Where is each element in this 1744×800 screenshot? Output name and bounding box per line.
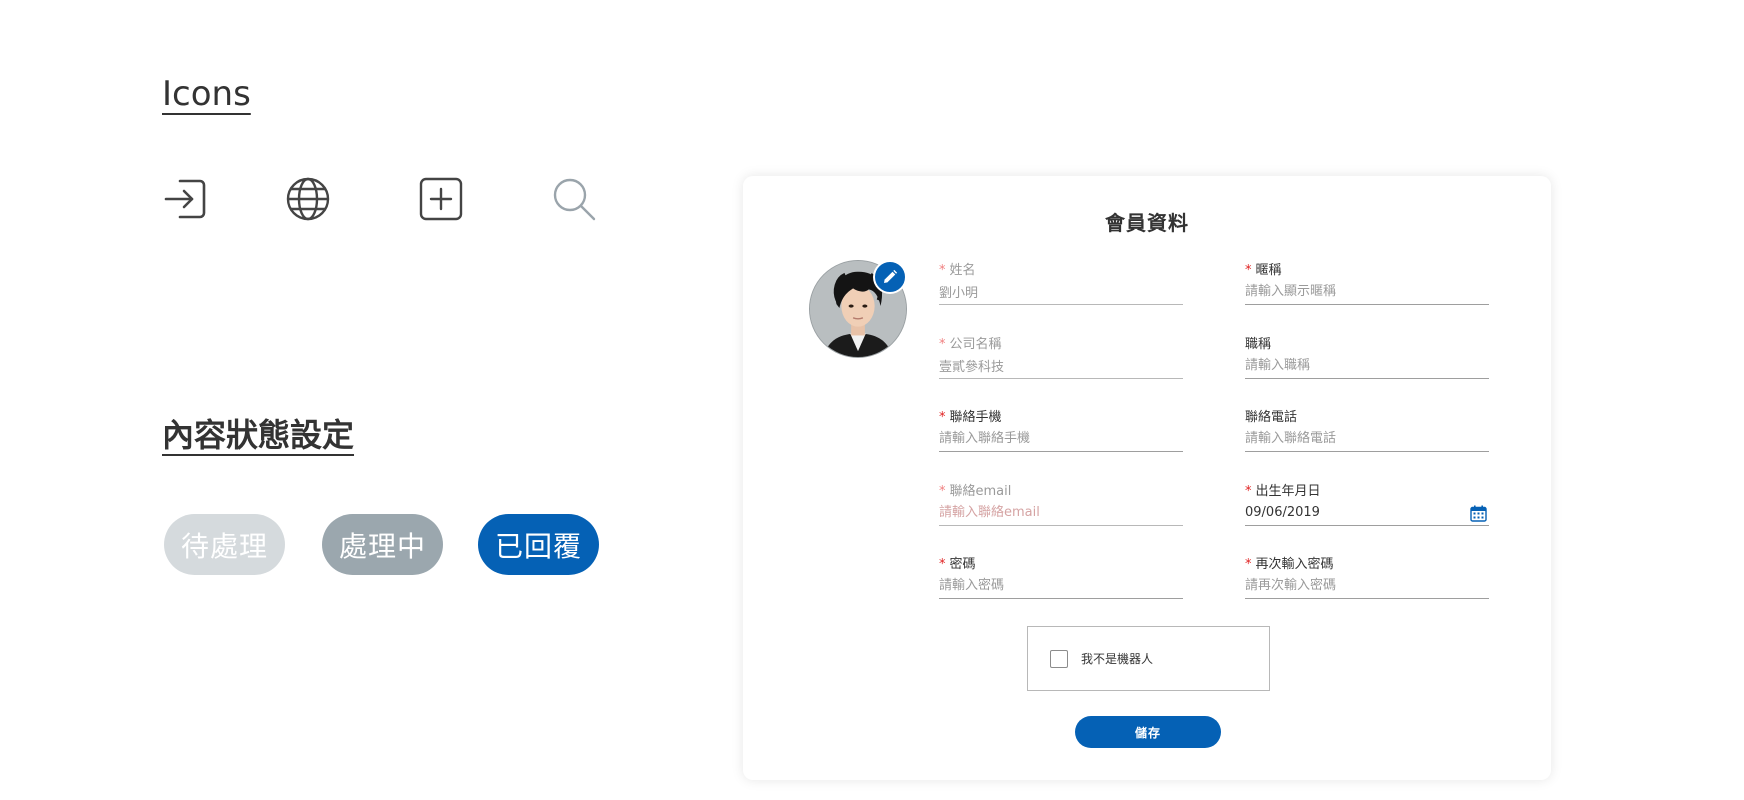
company-label: * 公司名稱 [939,333,1002,352]
name-input[interactable] [939,279,1183,305]
mobile-field: * 聯絡手機 [939,406,1183,456]
pencil-icon[interactable] [873,260,907,294]
password-label: * 密碼 [939,553,976,572]
required-mark: * [1245,557,1252,572]
captcha-checkbox[interactable] [1050,649,1068,668]
log-in-icon[interactable] [162,176,208,222]
required-mark: * [939,337,946,352]
job-title-input[interactable] [1245,353,1489,379]
save-button[interactable]: 儲存 [1075,716,1221,748]
company-input[interactable] [939,353,1183,379]
status-replied-button[interactable]: 已回覆 [478,514,599,575]
company-label-text: 公司名稱 [949,337,1002,352]
status-pending-button[interactable]: 待處理 [164,514,285,575]
birthday-field: * 出生年月日 [1245,480,1489,530]
required-mark: * [1245,484,1252,499]
password-confirm-label-text: 再次輸入密碼 [1255,557,1334,572]
birthday-input[interactable] [1245,500,1489,526]
password-confirm-label: * 再次輸入密碼 [1245,553,1334,572]
company-field: * 公司名稱 [939,333,1183,383]
name-label-text: 姓名 [949,263,976,278]
required-mark: * [939,263,946,278]
birthday-label: * 出生年月日 [1245,480,1321,499]
phone-label: 聯絡電話 [1245,410,1298,425]
globe-icon[interactable] [285,176,331,222]
add-square-icon[interactable] [418,176,464,222]
nickname-label-text: 暱稱 [1255,263,1282,278]
required-mark: * [1245,263,1252,278]
search-icon[interactable] [551,176,597,222]
password-field: * 密碼 [939,553,1183,603]
job-title-label: 職稱 [1245,337,1272,352]
email-input[interactable] [939,500,1183,526]
name-field: * 姓名 [939,259,1183,309]
password-label-text: 密碼 [949,557,976,572]
member-profile-card: 會員資料 * 姓名 劉小明 * 暱稱 請輸入顯示暱稱 * 公司名稱 壹貳參科技 … [743,176,1551,780]
required-mark: * [939,557,946,572]
password-confirm-input[interactable] [1245,573,1489,599]
card-title: 會員資料 [1105,211,1189,235]
nickname-field: * 暱稱 [1245,259,1489,309]
email-label: * 聯絡email [939,480,1011,499]
avatar-container [809,260,907,358]
required-mark: * [939,410,946,425]
nickname-input[interactable] [1245,279,1489,305]
mobile-label-text: 聯絡手機 [949,410,1002,425]
calendar-icon[interactable] [1470,505,1487,522]
email-field: * 聯絡email [939,480,1183,530]
status-processing-button[interactable]: 處理中 [322,514,443,575]
job-title-field: 職稱 [1245,333,1489,383]
icons-section-title: Icons [162,74,251,114]
password-confirm-field: * 再次輸入密碼 [1245,553,1489,603]
password-input[interactable] [939,573,1183,599]
mobile-input[interactable] [939,426,1183,452]
captcha-label: 我不是機器人 [1081,652,1154,666]
captcha-widget: 我不是機器人 [1027,626,1270,691]
birthday-label-text: 出生年月日 [1255,484,1321,499]
email-label-text: 聯絡email [949,484,1012,499]
name-label: * 姓名 [939,259,976,278]
nickname-label: * 暱稱 [1245,259,1282,278]
status-section-title: 內容狀態設定 [162,416,355,454]
mobile-label: * 聯絡手機 [939,406,1002,425]
required-mark: * [939,484,946,499]
phone-input[interactable] [1245,426,1489,452]
phone-field: 聯絡電話 [1245,406,1489,456]
